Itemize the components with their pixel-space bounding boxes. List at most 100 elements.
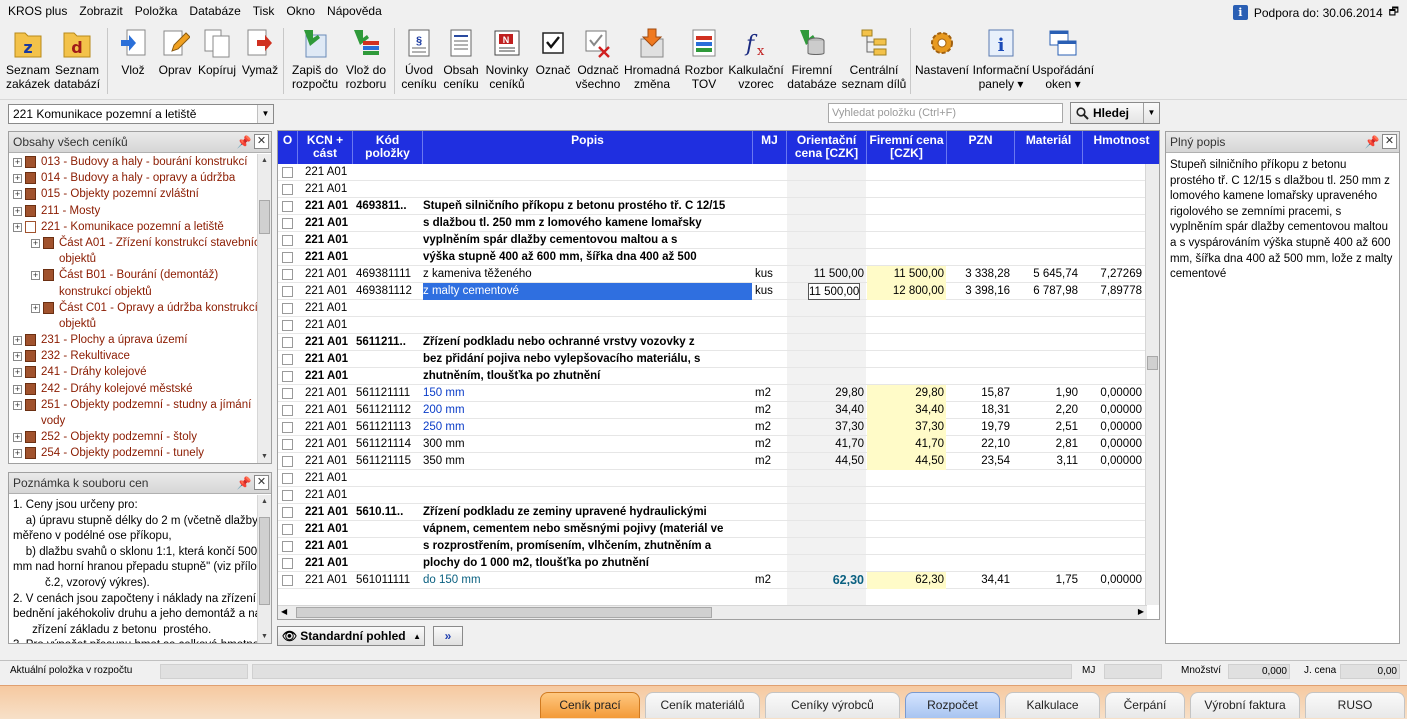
table-row[interactable]: 221 A01 plochy do 1 000 m2, tloušťka po … [278,555,1159,572]
row-checkbox[interactable] [282,201,293,212]
table-row[interactable]: 221 A01 [278,470,1159,487]
firemni-price-cell[interactable] [867,470,946,487]
tab-výrobní-faktura[interactable]: Výrobní faktura [1190,692,1300,718]
column-header[interactable]: Materiál [1015,131,1083,164]
table-row[interactable]: 221 A01 5610.11.. Zřízení podkladu ze zemi… [278,504,1159,521]
grid-vertical-scrollbar[interactable] [1145,164,1159,605]
expand-icon[interactable]: + [13,449,22,459]
close-icon[interactable]: ✕ [254,134,269,149]
column-header[interactable]: Kód položky [353,131,423,164]
firemni-price-cell[interactable]: 62,30 [867,572,946,589]
tree-item[interactable]: objektů [9,316,257,332]
odznac-vsechno-button[interactable]: Odznač všechno [574,26,622,98]
row-checkbox[interactable] [282,507,293,518]
pin-icon[interactable]: 📌 [236,134,252,150]
table-row[interactable]: 221 A01 vyplněním spár dlažby cementovou… [278,232,1159,249]
expand-icon[interactable]: + [13,368,22,378]
column-header[interactable]: O [278,131,298,164]
vloz-button[interactable]: Vlož [115,26,151,98]
search-button[interactable]: Hledej ▼ [1070,102,1160,124]
price-list-select[interactable]: 221 Komunikace pozemní a letiště ▼ [8,104,274,124]
pin-icon[interactable]: 📌 [236,475,252,491]
firemni-price-cell[interactable] [867,351,946,368]
tree-item[interactable]: +241 - Dráhy kolejové [9,364,257,380]
close-icon[interactable]: ✕ [254,475,269,490]
column-header[interactable]: Popis [423,131,753,164]
table-row[interactable]: 221 A01 vápnem, cementem nebo směsnými p… [278,521,1159,538]
scroll-left-icon[interactable]: ◀ [281,607,287,616]
table-row[interactable]: 221 A01 561121114 300 mm m2 41,70 41,70 22,10… [278,436,1159,453]
firemni-price-cell[interactable]: 34,40 [867,402,946,419]
firemni-price-cell[interactable]: 37,30 [867,419,946,436]
table-row[interactable]: 221 A01 4693811.. Stupeň silničního příkop… [278,198,1159,215]
nastaveni-button[interactable]: Nastavení [914,26,970,98]
row-checkbox[interactable] [282,388,293,399]
firemni-price-cell[interactable] [867,215,946,232]
tab-ceník-materiálů[interactable]: Ceník materiálů [645,692,760,718]
tree-item[interactable]: konstrukcí objektů [9,284,257,300]
tab-ceníky-výrobců[interactable]: Ceníky výrobců [765,692,900,718]
scroll-thumb[interactable] [296,607,712,618]
row-checkbox[interactable] [282,371,293,382]
row-checkbox[interactable] [282,439,293,450]
row-checkbox[interactable] [282,235,293,246]
tab-ceník-prací[interactable]: Ceník prací [540,692,640,718]
expand-icon[interactable]: + [13,336,22,346]
row-checkbox[interactable] [282,473,293,484]
tree-item[interactable]: +221 - Komunikace pozemní a letiště [9,219,257,235]
tree-item[interactable]: +252 - Objekty podzemní - štoly [9,429,257,445]
notes-scrollbar[interactable]: ▲ ▼ [257,495,271,643]
expand-icon[interactable]: + [31,238,40,248]
expand-icon[interactable]: + [13,384,22,394]
menu-item-zobrazit[interactable]: Zobrazit [73,4,128,18]
table-row[interactable]: 221 A01 výška stupně 400 až 600 mm, šířk… [278,249,1159,266]
table-row[interactable]: 221 A01 561011111 do 150 mm m2 62,30 62,30 34… [278,572,1159,589]
oprav-button[interactable]: Oprav [156,26,194,98]
row-checkbox[interactable] [282,320,293,331]
firemni-price-cell[interactable] [867,198,946,215]
column-header[interactable]: PZN [947,131,1015,164]
view-selector[interactable]: 👁 Standardní pohled ▲ [277,626,425,646]
row-checkbox[interactable] [282,167,293,178]
tree-item[interactable]: +014 - Budovy a haly - opravy a údržba [9,170,257,186]
firemni-price-cell[interactable] [867,504,946,521]
row-checkbox[interactable] [282,456,293,467]
tree-item[interactable]: vody [9,413,257,429]
column-header[interactable]: Hmotnost [1083,131,1159,164]
firemni-price-cell[interactable]: 41,70 [867,436,946,453]
tree-item[interactable]: +232 - Rekultivace [9,348,257,364]
row-checkbox[interactable] [282,303,293,314]
zapis-do-rozpoctu-button[interactable]: Zapiš do rozpočtu [291,26,339,98]
tree-item[interactable]: objektů [9,251,257,267]
firemni-price-cell[interactable] [867,487,946,504]
search-input[interactable]: Vyhledat položku (Ctrl+F) [828,103,1063,123]
scroll-up-icon[interactable]: ▲ [258,154,271,167]
kopiruj-button[interactable]: Kopíruj [196,26,238,98]
kalkulacni-vzorec-button[interactable]: f x Kalkulační vzorec [727,26,785,98]
row-checkbox[interactable] [282,575,293,586]
menu-item-kros-plus[interactable]: KROS plus [0,4,73,18]
expand-icon[interactable]: + [13,158,22,167]
rozbor-tov-button[interactable]: Rozbor TOV [684,26,724,98]
close-icon[interactable]: ✕ [1382,134,1397,149]
table-row[interactable]: 221 A01 561121112 200 mm m2 34,40 34,40 18,31… [278,402,1159,419]
table-row[interactable]: 221 A01 zhutněním, tloušťka po zhutnění [278,368,1159,385]
row-checkbox[interactable] [282,184,293,195]
tree-scrollbar[interactable]: ▲ ▼ [257,154,271,463]
table-row[interactable]: 221 A01 [278,487,1159,504]
table-row[interactable]: 221 A01 561121113 250 mm m2 37,30 37,30 19,79… [278,419,1159,436]
tab-kalkulace[interactable]: Kalkulace [1005,692,1100,718]
row-checkbox[interactable] [282,524,293,535]
row-checkbox[interactable] [282,286,293,297]
row-checkbox[interactable] [282,541,293,552]
table-row[interactable]: 221 A01 469381111 z kameniva těženého kus 1… [278,266,1159,283]
table-row[interactable]: 221 A01 561121115 350 mm m2 44,50 44,50 23,54… [278,453,1159,470]
scroll-right-icon[interactable]: ▶ [1138,607,1144,616]
vloz-do-rozboru-button[interactable]: Vlož do rozboru [343,26,389,98]
expand-icon[interactable]: + [13,352,22,362]
firemni-price-cell[interactable] [867,232,946,249]
firemni-price-cell[interactable] [867,249,946,266]
scroll-thumb[interactable] [1147,356,1158,370]
column-header[interactable]: Orientační cena [CZK] [787,131,867,164]
table-row[interactable]: 221 A01 [278,317,1159,334]
